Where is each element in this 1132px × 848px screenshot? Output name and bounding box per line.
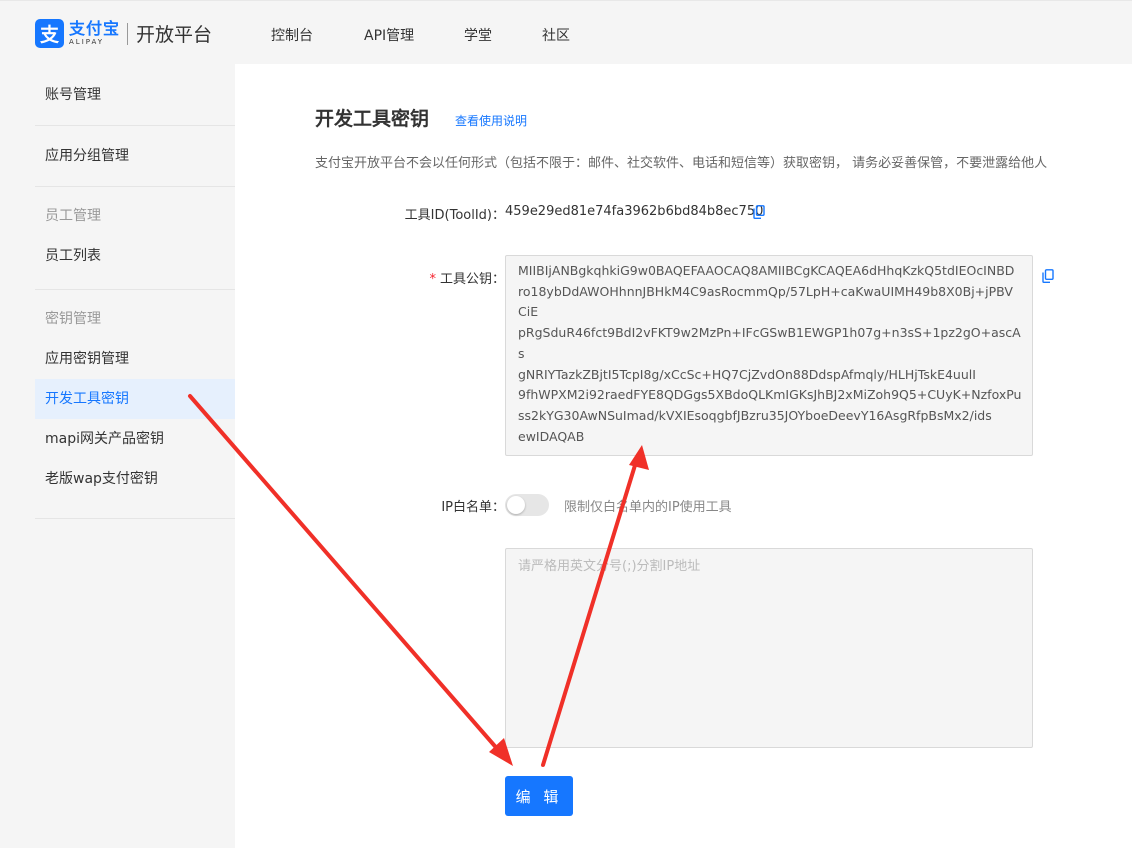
top-header: 支 支付宝 ALIPAY 开放平台 控制台 API管理 学堂 社区 [0, 0, 1132, 64]
page-title: 开发工具密钥 [315, 108, 430, 130]
ip-whitelist-label: IP白名单： [441, 500, 505, 515]
required-mark: * [429, 272, 436, 287]
ip-address-input[interactable] [505, 548, 1033, 748]
ip-whitelist-toggle[interactable] [505, 494, 549, 516]
tool-id-value: 459e29ed81e74fa3962b6bd84b8ec750 [505, 204, 764, 219]
sidebar-group-keys: 密钥管理 [45, 311, 101, 327]
main-content: 开发工具密钥 查看使用说明 支付宝开放平台不会以任何形式（包括不限于：邮件、社交… [235, 64, 1132, 848]
sidebar-item-app-keys[interactable]: 应用密钥管理 [35, 339, 235, 379]
sidebar-item-dev-tool-keys[interactable]: 开发工具密钥 [35, 379, 235, 419]
nav-academy[interactable]: 学堂 [464, 25, 492, 45]
pubkey-line: ewIDAQAB [518, 428, 585, 444]
alipay-logo[interactable]: 支 支付宝 ALIPAY 开放平台 [35, 19, 212, 48]
nav-api-management[interactable]: API管理 [364, 25, 414, 45]
sidebar-divider [35, 125, 235, 126]
nav-community[interactable]: 社区 [542, 25, 570, 45]
pubkey-line: 9fhWPXM2i92raedFYE8QDGgs5XBdoQLKmIGKsJhB… [518, 387, 1022, 403]
pubkey-line: ss2kYG30AwNSuImad/kVXIEsoqgbfJBzru35JOYb… [518, 407, 992, 423]
pubkey-line: pRgSduR46fct9BdI2vFKT9w2MzPn+IFcGSwB1EWG… [518, 325, 1021, 361]
pubkey-text: MIIBIjANBgkqhkiG9w0BAQEFAAOCAQ8AMIIBCgKC… [518, 261, 1026, 447]
sidebar-item-app-groups[interactable]: 应用分组管理 [35, 136, 235, 176]
sidebar-item-mapi-keys[interactable]: mapi网关产品密钥 [35, 419, 235, 459]
ip-address-placeholder: 请严格用英文分号(;)分割IP地址 [518, 559, 701, 574]
logo-divider [127, 22, 129, 45]
copy-icon[interactable] [753, 205, 765, 219]
pubkey-label: * 工具公钥： [403, 268, 505, 287]
copy-icon[interactable] [1042, 269, 1054, 283]
logo-cn: 支付宝 [69, 19, 121, 38]
sidebar-item-wap-pay-keys[interactable]: 老版wap支付密钥 [35, 459, 235, 499]
logo-en: ALIPAY [69, 38, 105, 46]
help-link[interactable]: 查看使用说明 [455, 112, 527, 129]
pubkey-label-text: 工具公钥： [439, 272, 505, 287]
sidebar: 账号管理 应用分组管理 员工管理 员工列表 密钥管理 应用密钥管理 开发工具密钥… [0, 64, 235, 848]
nav-console[interactable]: 控制台 [271, 25, 313, 45]
sidebar-item-staff-list[interactable]: 员工列表 [35, 236, 235, 276]
security-notice: 支付宝开放平台不会以任何形式（包括不限于：邮件、社交软件、电话和短信等）获取密钥… [315, 156, 1048, 171]
sidebar-item-account[interactable]: 账号管理 [35, 75, 235, 115]
pubkey-line: MIIBIjANBgkqhkiG9w0BAQEFAAOCAQ8AMIIBCgKC… [518, 263, 1015, 278]
pubkey-line: gNRIYTazkZBjtI5TcpI8g/xCcSc+HQ7CjZvdOn88… [518, 366, 976, 382]
sidebar-divider [35, 518, 235, 519]
sidebar-group-staff: 员工管理 [45, 208, 101, 224]
pubkey-line: ro18ybDdAWOHhnnJBHkM4C9asRocmmQp/57LpH+c… [518, 283, 1013, 299]
pubkey-line: CiE [518, 304, 539, 320]
tool-id-label: 工具ID(ToolId)： [404, 208, 505, 223]
logo-text: 支付宝 ALIPAY [69, 21, 120, 46]
platform-name: 开放平台 [136, 24, 213, 46]
ip-whitelist-hint: 限制仅白名单内的IP使用工具 [564, 500, 732, 515]
edit-button[interactable]: 编 辑 [505, 776, 573, 816]
sidebar-divider [35, 186, 235, 187]
sidebar-divider [35, 289, 235, 290]
alipay-logo-icon: 支 [35, 19, 64, 48]
toggle-knob [507, 496, 525, 514]
